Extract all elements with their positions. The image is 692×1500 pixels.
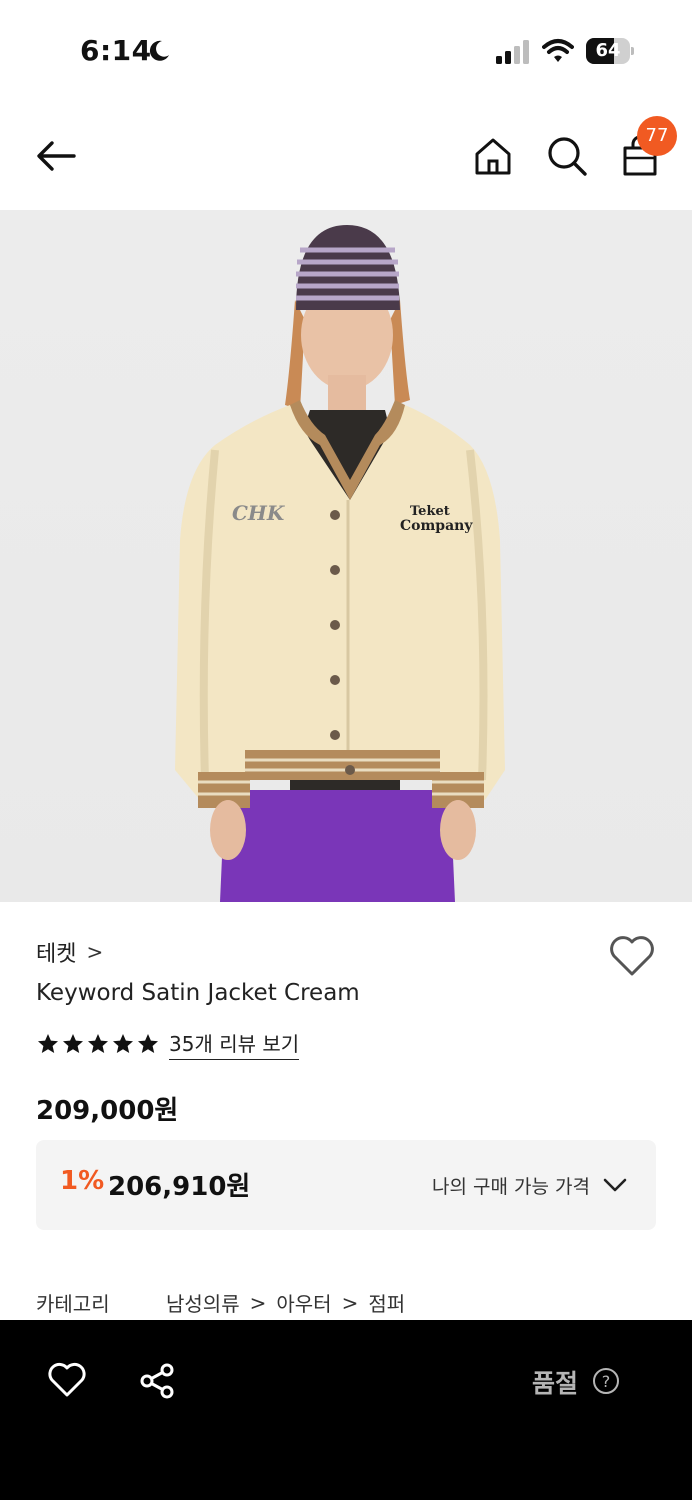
moon-icon — [149, 40, 169, 61]
star-icon — [38, 1034, 58, 1053]
svg-text:?: ? — [602, 1372, 611, 1391]
my-price-dropdown[interactable]: 1% 206,910원 나의 구매 가능 가격 — [36, 1140, 656, 1230]
breadcrumb-separator: > — [249, 1290, 267, 1315]
search-icon[interactable] — [545, 134, 589, 178]
chest-logo-left: CHK — [232, 501, 286, 525]
breadcrumb-separator: > — [341, 1290, 359, 1315]
brand-name: 테켓 — [36, 942, 77, 967]
product-photo-illustration: CHK Teket Company — [175, 225, 505, 902]
star-icon — [138, 1034, 158, 1053]
product-name: Keyword Satin Jacket Cream — [36, 980, 360, 1006]
breadcrumb-item[interactable]: 점퍼 — [368, 1288, 405, 1317]
product-image[interactable]: CHK Teket Company — [0, 210, 692, 902]
reviews-link[interactable]: 35개 리뷰 보기 — [169, 1028, 300, 1060]
battery-percent: 64 — [595, 40, 621, 61]
breadcrumb-item[interactable]: 남성의류 — [166, 1288, 240, 1317]
home-icon[interactable] — [471, 134, 515, 178]
breadcrumb-item[interactable]: 아우터 — [276, 1288, 331, 1317]
star-rating — [36, 1032, 161, 1056]
chevron-right-icon: > — [86, 940, 104, 964]
signal-icon — [496, 40, 529, 64]
brand-link[interactable]: 테켓 > — [36, 936, 103, 968]
wishlist-heart-icon[interactable] — [608, 934, 656, 978]
battery-indicator: 64 — [586, 38, 634, 64]
svg-text:Teket: Teket — [410, 504, 450, 519]
back-arrow-icon[interactable] — [34, 134, 78, 178]
sold-out-label: 품절 — [532, 1369, 579, 1398]
rating-row: 35개 리뷰 보기 — [36, 1028, 300, 1060]
product-price: 209,000원 — [36, 1096, 179, 1126]
help-circle-icon[interactable]: ? — [592, 1367, 620, 1395]
chevron-down-icon — [603, 1178, 627, 1192]
share-icon[interactable] — [138, 1362, 176, 1400]
star-icon — [63, 1034, 83, 1053]
status-time: 6:14 — [80, 34, 152, 67]
my-price-value: 206,910원 — [108, 1172, 251, 1202]
status-bar: 6:14 64 — [0, 0, 692, 100]
star-icon — [88, 1034, 108, 1053]
category-breadcrumb: 남성의류 > 아우터 > 점퍼 — [166, 1288, 405, 1317]
category-row: 카테고리 남성의류 > 아우터 > 점퍼 — [36, 1288, 405, 1317]
svg-text:Company: Company — [400, 518, 473, 534]
star-icon — [113, 1034, 133, 1053]
discount-rate: 1% — [60, 1166, 105, 1196]
cart-count-badge: 77 — [637, 116, 677, 156]
bottom-action-bar: 품절 ? — [0, 1320, 692, 1500]
my-price-label: 나의 구매 가능 가격 — [432, 1176, 590, 1198]
top-nav — [0, 100, 692, 210]
category-label: 카테고리 — [36, 1292, 110, 1316]
heart-icon[interactable] — [48, 1362, 86, 1398]
wifi-icon — [542, 39, 574, 62]
